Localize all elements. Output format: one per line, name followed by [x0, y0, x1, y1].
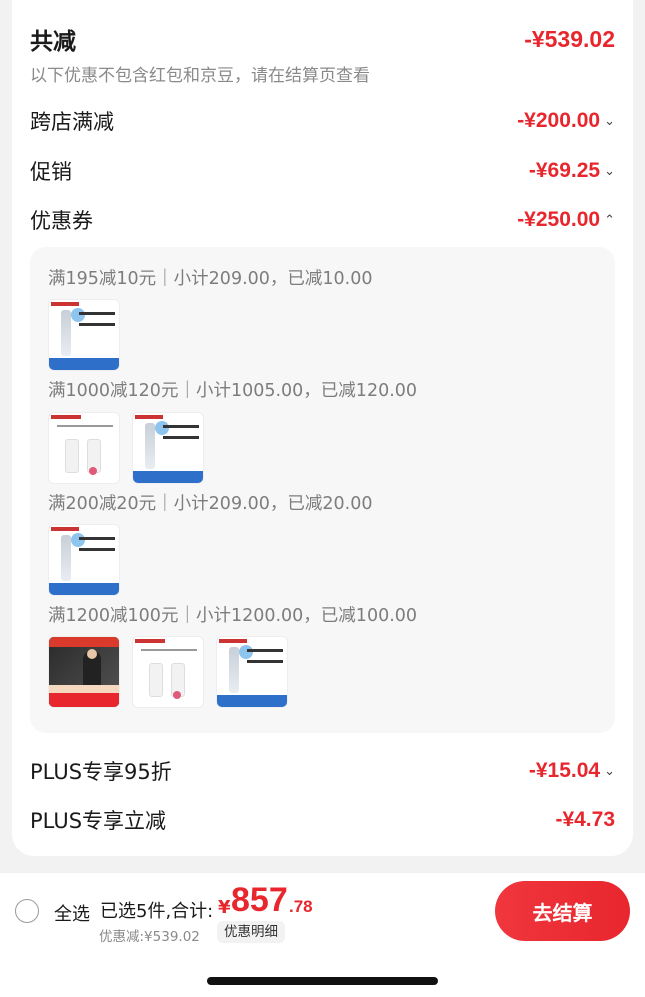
row-amount: -¥15.04 — [528, 759, 601, 782]
discount-row-plus-instant: PLUS专享立减 -¥4.73 — [30, 805, 615, 835]
row-label: PLUS专享95折 — [30, 760, 172, 784]
summary-title: 共减 — [30, 29, 76, 55]
checkout-bar: 全选 已选5件,合计: ¥ 857 .78 优惠减:¥539.02 优惠明细 去… — [0, 873, 645, 997]
select-all-checkbox[interactable] — [15, 899, 39, 923]
product-thumbnail[interactable] — [216, 636, 288, 708]
coupon-group-products — [48, 299, 120, 371]
row-label: 优惠券 — [30, 209, 93, 233]
coupon-group-title: 满200减20元｜小计209.00，已减20.00 — [48, 494, 373, 514]
discount-detail-button[interactable]: 优惠明细 — [217, 921, 285, 943]
total-decimal: .78 — [289, 897, 313, 916]
row-label: 跨店满减 — [30, 110, 114, 134]
discount-row-cross-store[interactable]: 跨店满减 -¥200.00 ⌄ — [30, 106, 615, 136]
row-amount: -¥250.00 — [517, 208, 601, 231]
coupon-group-products — [48, 524, 120, 596]
product-thumbnail[interactable] — [48, 636, 120, 708]
selected-count: 已选5件,合计: — [100, 901, 214, 922]
discount-row-coupon[interactable]: 优惠券 -¥250.00 ⌃ — [30, 205, 615, 235]
summary-total: -¥539.02 — [524, 25, 615, 52]
coupon-group-products — [48, 636, 288, 708]
discount-summary: 优惠减:¥539.02 — [99, 929, 200, 945]
checkout-button[interactable]: 去结算 — [495, 881, 630, 941]
discount-row-plus-95[interactable]: PLUS专享95折 -¥15.04 ⌄ — [30, 756, 615, 786]
chevron-up-icon: ⌃ — [604, 212, 615, 228]
coupon-panel: 满195减10元｜小计209.00，已减10.00 满1000减120元｜小计1… — [30, 247, 615, 733]
coupon-group-title: 满1200减100元｜小计1200.00，已减100.00 — [48, 606, 418, 626]
product-thumbnail[interactable] — [132, 636, 204, 708]
coupon-group-title: 满195减10元｜小计209.00，已减10.00 — [48, 269, 373, 289]
summary-row: 共减 -¥539.02 — [30, 22, 615, 56]
discount-row-promotion[interactable]: 促销 -¥69.25 ⌄ — [30, 156, 615, 186]
row-amount: -¥200.00 — [517, 109, 601, 132]
product-thumbnail[interactable] — [48, 524, 120, 596]
coupon-group-products — [48, 412, 204, 484]
coupon-group-title: 满1000减120元｜小计1005.00，已减120.00 — [48, 381, 418, 401]
discount-detail-card: 共减 -¥539.02 以下优惠不包含红包和京豆，请在结算页查看 跨店满减 -¥… — [12, 0, 633, 856]
row-amount: -¥69.25 — [528, 159, 601, 182]
product-thumbnail[interactable] — [48, 412, 120, 484]
chevron-down-icon: ⌄ — [604, 763, 615, 779]
chevron-down-icon: ⌄ — [604, 163, 615, 179]
row-label: PLUS专享立减 — [30, 809, 167, 833]
product-thumbnail[interactable] — [48, 299, 120, 371]
select-all-label[interactable]: 全选 — [54, 900, 90, 926]
row-amount: -¥4.73 — [555, 808, 615, 831]
total-integer: 857 — [231, 881, 288, 919]
chevron-down-icon: ⌄ — [604, 113, 615, 129]
product-thumbnail[interactable] — [132, 412, 204, 484]
summary-note: 以下优惠不包含红包和京豆，请在结算页查看 — [30, 66, 370, 86]
currency-symbol: ¥ — [218, 897, 231, 918]
row-label: 促销 — [30, 160, 72, 184]
home-indicator[interactable] — [207, 977, 438, 985]
